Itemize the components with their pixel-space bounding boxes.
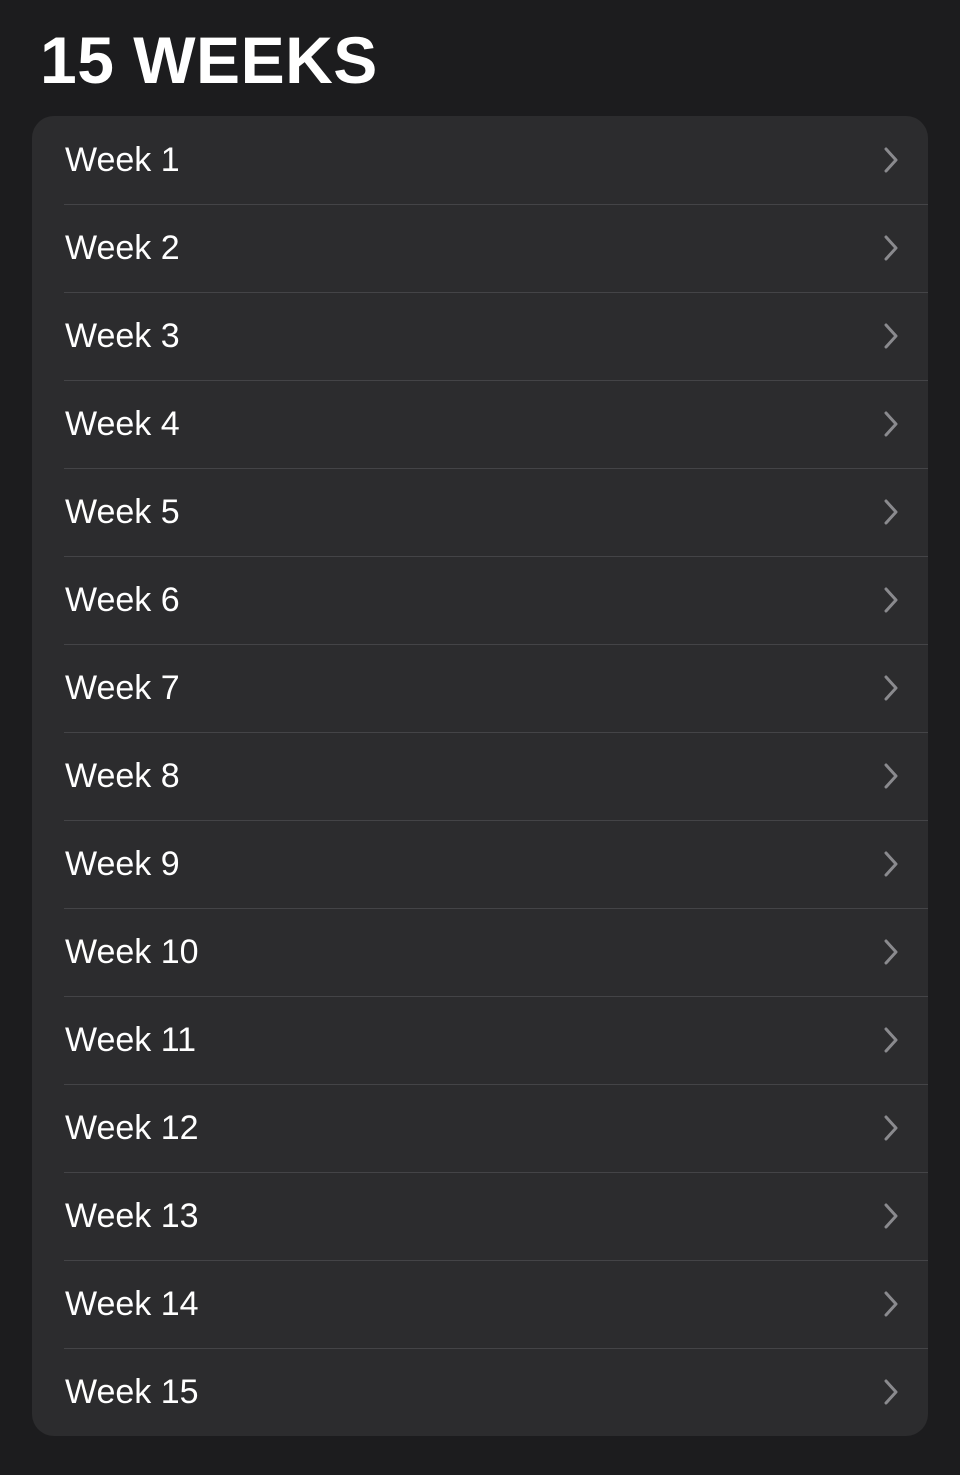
chevron-right-icon bbox=[884, 587, 898, 613]
chevron-right-icon bbox=[884, 763, 898, 789]
week-row[interactable]: Week 2 bbox=[32, 204, 928, 292]
week-label: Week 3 bbox=[65, 317, 180, 355]
week-label: Week 4 bbox=[65, 405, 180, 443]
week-label: Week 6 bbox=[65, 581, 180, 619]
week-row[interactable]: Week 12 bbox=[32, 1084, 928, 1172]
chevron-right-icon bbox=[884, 1115, 898, 1141]
week-row[interactable]: Week 6 bbox=[32, 556, 928, 644]
week-row[interactable]: Week 3 bbox=[32, 292, 928, 380]
chevron-right-icon bbox=[884, 675, 898, 701]
week-row[interactable]: Week 8 bbox=[32, 732, 928, 820]
week-row[interactable]: Week 10 bbox=[32, 908, 928, 996]
chevron-right-icon bbox=[884, 1291, 898, 1317]
chevron-right-icon bbox=[884, 323, 898, 349]
week-row[interactable]: Week 1 bbox=[32, 116, 928, 204]
week-label: Week 7 bbox=[65, 669, 180, 707]
week-label: Week 8 bbox=[65, 757, 180, 795]
week-label: Week 12 bbox=[65, 1109, 199, 1147]
week-label: Week 10 bbox=[65, 933, 199, 971]
chevron-right-icon bbox=[884, 1379, 898, 1405]
page-title: 15 WEEKS bbox=[40, 23, 378, 97]
chevron-right-icon bbox=[884, 851, 898, 877]
week-label: Week 14 bbox=[65, 1285, 199, 1323]
week-label: Week 11 bbox=[65, 1021, 197, 1059]
chevron-right-icon bbox=[884, 1027, 898, 1053]
week-row[interactable]: Week 15 bbox=[32, 1348, 928, 1436]
week-row[interactable]: Week 9 bbox=[32, 820, 928, 908]
week-label: Week 5 bbox=[65, 493, 180, 531]
chevron-right-icon bbox=[884, 235, 898, 261]
week-row[interactable]: Week 5 bbox=[32, 468, 928, 556]
week-row[interactable]: Week 11 bbox=[32, 996, 928, 1084]
week-row[interactable]: Week 4 bbox=[32, 380, 928, 468]
chevron-right-icon bbox=[884, 1203, 898, 1229]
chevron-right-icon bbox=[884, 499, 898, 525]
week-row[interactable]: Week 13 bbox=[32, 1172, 928, 1260]
week-label: Week 2 bbox=[65, 229, 180, 267]
week-label: Week 1 bbox=[65, 141, 180, 179]
week-row[interactable]: Week 14 bbox=[32, 1260, 928, 1348]
week-label: Week 9 bbox=[65, 845, 180, 883]
week-label: Week 15 bbox=[65, 1373, 199, 1411]
week-row[interactable]: Week 7 bbox=[32, 644, 928, 732]
week-list: Week 1 Week 2 Week 3 Week 4 Week 5 Week 6 Week… bbox=[32, 116, 928, 1436]
week-label: Week 13 bbox=[65, 1197, 199, 1235]
chevron-right-icon bbox=[884, 147, 898, 173]
chevron-right-icon bbox=[884, 411, 898, 437]
chevron-right-icon bbox=[884, 939, 898, 965]
